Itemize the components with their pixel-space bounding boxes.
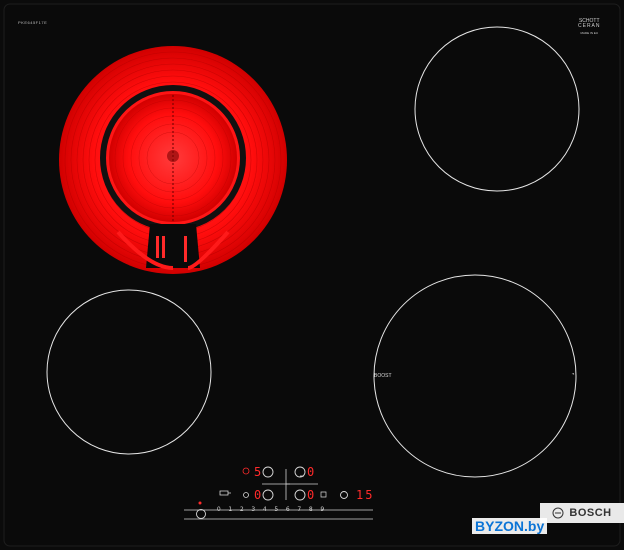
- scale-7[interactable]: 7: [294, 506, 306, 513]
- power-indicator: [198, 501, 202, 505]
- display-back-left: 5: [254, 465, 262, 479]
- bosch-logo-icon: [552, 507, 564, 519]
- display-back-right: 0: [307, 465, 315, 479]
- display-front-right: 0: [307, 488, 315, 502]
- timer-display: 15: [356, 488, 375, 502]
- scale-9[interactable]: 9: [317, 506, 329, 513]
- scale-8[interactable]: 8: [305, 506, 317, 513]
- scale-1[interactable]: 1: [225, 506, 237, 513]
- brand-name: BOSCH: [569, 507, 612, 519]
- scale-0[interactable]: 0: [213, 506, 225, 513]
- brand-badge: BOSCH: [540, 503, 624, 523]
- boost-label: BOOST: [374, 373, 392, 379]
- clock-icon: ◔: [571, 372, 575, 378]
- scale-6[interactable]: 6: [282, 506, 294, 513]
- display-front-left: 0: [254, 488, 262, 502]
- burner-front-left-active: [59, 46, 287, 274]
- schott-logo: SCHOTT CERAN MADE IN EU: [578, 19, 601, 36]
- scale-5[interactable]: 5: [271, 506, 283, 513]
- model-code: PKE645F17E: [18, 20, 48, 25]
- schott-small: MADE IN EU: [580, 31, 599, 35]
- scale-2[interactable]: 2: [236, 506, 248, 513]
- watermark: BYZON.by: [472, 518, 548, 534]
- power-level-slider[interactable]: 0 1 2 3 4 5 6 7 8 9: [213, 506, 328, 513]
- scale-4[interactable]: 4: [259, 506, 271, 513]
- scale-3[interactable]: 3: [248, 506, 260, 513]
- ceran-brand: CERAN: [578, 23, 601, 29]
